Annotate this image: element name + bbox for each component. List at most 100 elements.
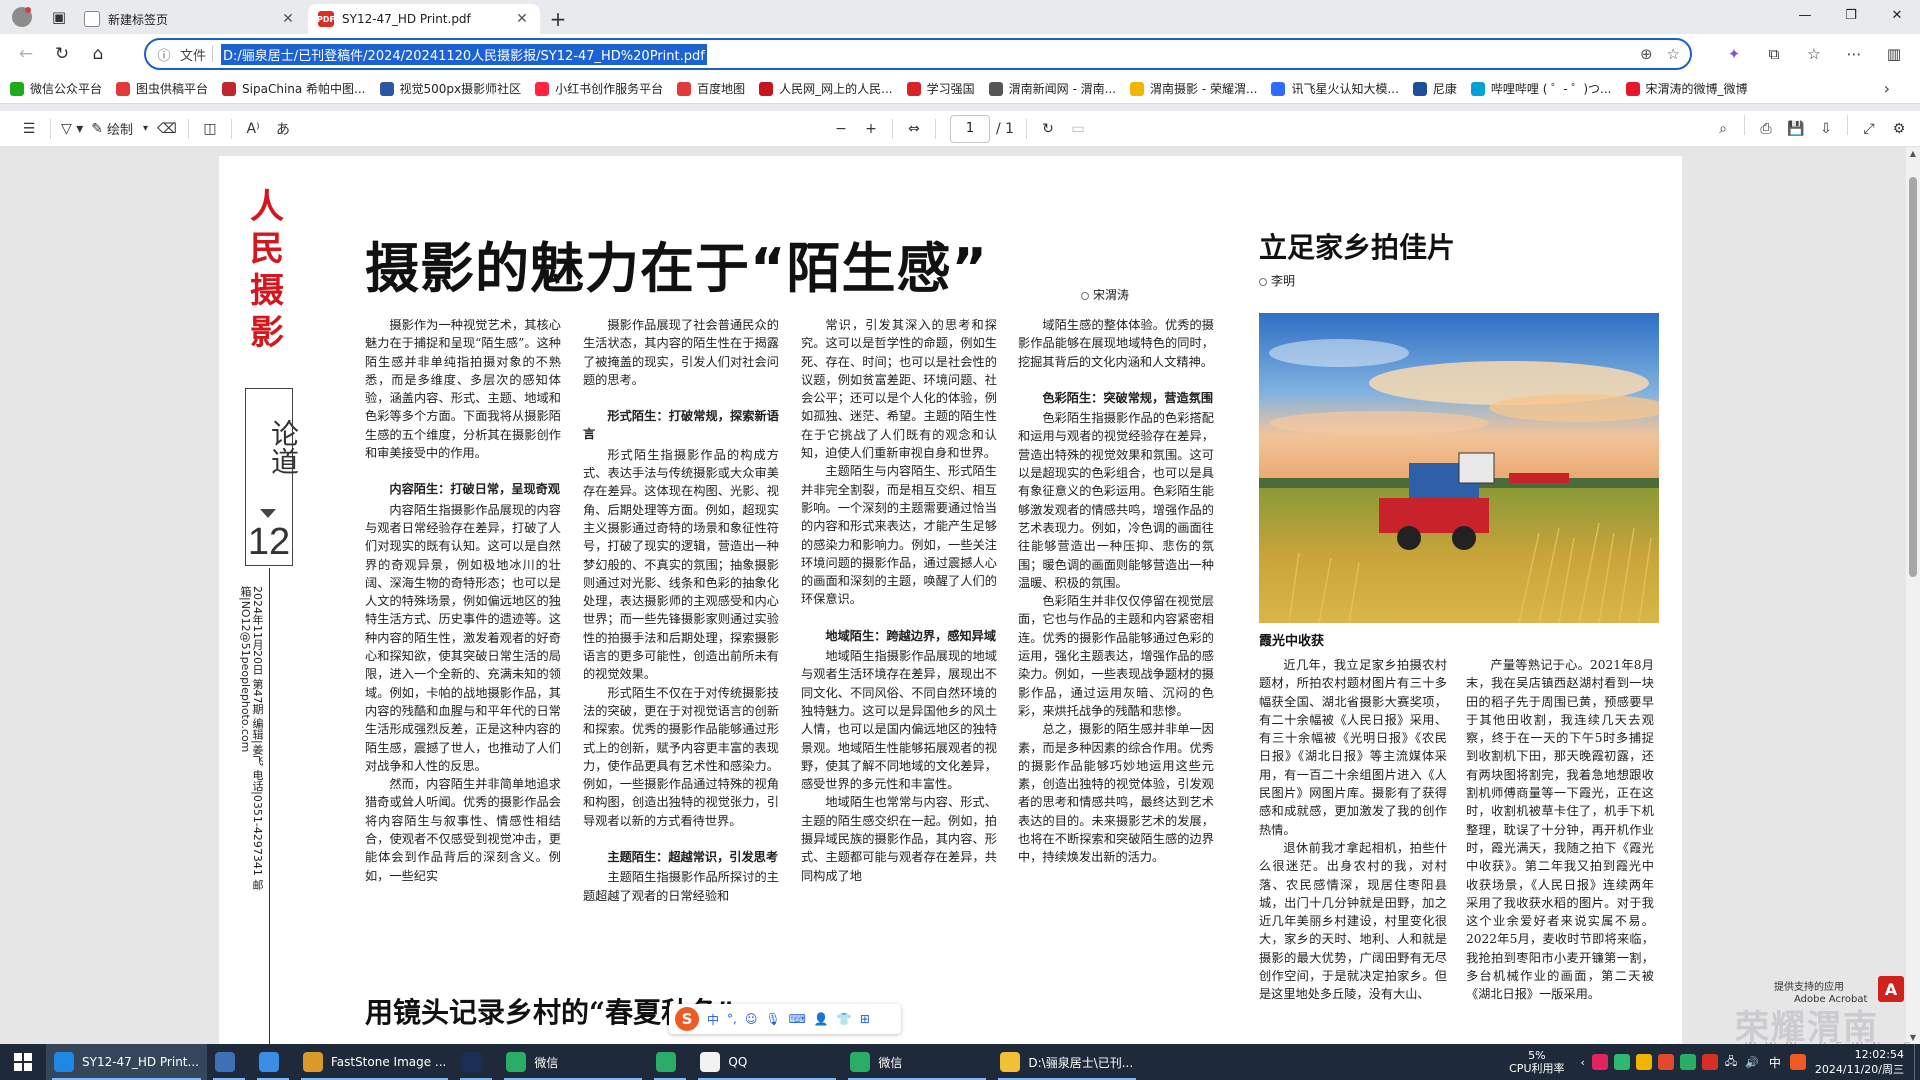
ime-mode-label[interactable]: 中: [707, 1011, 719, 1028]
url-text[interactable]: D:/骊泉居士/已刊登稿件/2024/20241120人民摄影报/SY12-47…: [221, 43, 707, 65]
cpu-usage[interactable]: 5% CPU利用率: [1509, 1049, 1564, 1075]
wechat-tray-icon[interactable]: [1679, 1054, 1696, 1070]
tray-expand-icon[interactable]: ‹: [1581, 1056, 1585, 1069]
contents-icon[interactable]: ☰: [14, 115, 44, 143]
highlight-icon[interactable]: ▽ ▾: [57, 115, 87, 143]
two-page-icon[interactable]: ▭: [1063, 115, 1093, 143]
volume-icon[interactable]: 🔊: [1745, 1056, 1759, 1069]
bookmark-item[interactable]: 图虫供稿平台: [116, 80, 208, 97]
vertical-scrollbar[interactable]: ▲ ▼: [1906, 147, 1920, 1044]
emoji-icon[interactable]: ☺: [745, 1012, 758, 1026]
more-menu-icon[interactable]: ⋯: [1836, 38, 1872, 70]
taskbar-app[interactable]: 微信: [842, 1044, 992, 1080]
back-icon[interactable]: ←: [8, 38, 44, 70]
minimize-icon[interactable]: —: [1782, 0, 1828, 30]
close-window-icon[interactable]: ✕: [1874, 0, 1920, 30]
punctuation-icon[interactable]: °,: [727, 1012, 737, 1026]
save-icon[interactable]: 💾: [1781, 115, 1811, 143]
article-column: 域陌生感的整体体验。优秀的摄影作品能够在展现地域特色的同时，挖掘其背后的文化内涵…: [1018, 316, 1214, 956]
tray-app-icon[interactable]: [1701, 1054, 1718, 1070]
eraser-icon[interactable]: ⌫: [152, 115, 182, 143]
voice-icon[interactable]: 🎙: [765, 1012, 780, 1026]
profile-button[interactable]: [0, 0, 44, 34]
bookmark-item[interactable]: 哔哩哔哩 ( ゜- ゜)つ...: [1470, 80, 1612, 97]
bookmark-item[interactable]: 小红书创作服务平台: [535, 80, 663, 97]
info-icon[interactable]: ⓘ: [154, 45, 174, 64]
rotate-icon[interactable]: ↻: [1033, 115, 1063, 143]
bookmark-item[interactable]: 尼康: [1412, 80, 1457, 97]
ime-status[interactable]: 中: [1769, 1054, 1781, 1071]
taskbar-app[interactable]: [207, 1044, 251, 1080]
bookmark-item[interactable]: 百度地图: [677, 80, 745, 97]
tab-pdf[interactable]: PDF SY12-47_HD Print.pdf ✕: [308, 4, 540, 34]
address-bar[interactable]: ⓘ 文件 D:/骊泉居士/已刊登稿件/2024/20241120人民摄影报/SY…: [144, 38, 1692, 70]
bookmark-item[interactable]: 渭南摄影 - 荣耀渭...: [1130, 80, 1257, 97]
taskbar-app[interactable]: FastStone Image ...: [295, 1044, 454, 1080]
new-tab-button[interactable]: +: [542, 4, 574, 34]
close-tab-icon[interactable]: ✕: [514, 11, 530, 27]
harvest-photo: [1259, 313, 1659, 623]
taskbar-app[interactable]: 微信: [498, 1044, 648, 1080]
article-column: 摄影作为一种视觉艺术，其核心魅力在于捕捉和呈现“陌生感”。这种陌生感并非单纯指拍…: [365, 316, 561, 956]
network-icon[interactable]: 🖧: [1725, 1053, 1737, 1072]
bookmark-item[interactable]: 视觉500px摄影师社区: [379, 80, 521, 97]
fullscreen-icon[interactable]: ⤢: [1854, 115, 1884, 143]
show-desktop-button[interactable]: [1914, 1044, 1920, 1080]
copilot-icon[interactable]: ✦: [1716, 38, 1752, 70]
scroll-up-icon[interactable]: ▲: [1906, 149, 1920, 158]
tray-app-icon[interactable]: [1635, 1054, 1652, 1070]
restore-icon[interactable]: ❐: [1828, 0, 1874, 30]
bookmark-item[interactable]: 渭南新闻网 - 渭南...: [988, 80, 1116, 97]
read-aloud-icon[interactable]: A⁾: [238, 115, 268, 143]
print-icon[interactable]: ⎙: [1751, 115, 1781, 143]
taskbar-app[interactable]: [648, 1044, 692, 1080]
bookmark-item[interactable]: 宋渭涛的微博_微博: [1625, 80, 1748, 97]
tab-actions-icon[interactable]: ▣: [44, 0, 74, 34]
sidebar-icon[interactable]: ▥: [1876, 38, 1912, 70]
taskbar-app[interactable]: [251, 1044, 295, 1080]
home-icon[interactable]: ⌂: [80, 38, 116, 70]
favorite-star-icon[interactable]: ☆: [1667, 45, 1680, 63]
tray-app-icon[interactable]: [1657, 1054, 1674, 1070]
zoom-icon[interactable]: ⊕: [1640, 45, 1653, 63]
bookmark-label: 小红书创作服务平台: [555, 82, 664, 96]
pdf-viewer[interactable]: 人 民 摄 影 论道 12 2024年11月20日 第47期 编辑|姜飞 电话|…: [0, 147, 1920, 1044]
taskbar-app[interactable]: SY12-47_HD Print...: [46, 1044, 207, 1080]
search-icon[interactable]: ⌕: [1708, 115, 1738, 143]
save-as-icon[interactable]: ⇩: [1811, 115, 1841, 143]
clock[interactable]: 12:02:54 2024/11/20/周三: [1815, 1047, 1904, 1077]
bookmark-item[interactable]: 微信公众平台: [10, 80, 102, 97]
skin-icon[interactable]: 👕: [837, 1012, 852, 1026]
zoom-out-icon[interactable]: −: [826, 115, 856, 143]
bookmark-item[interactable]: SipaChina 希帕中图...: [222, 80, 366, 97]
refresh-icon[interactable]: ↻: [44, 38, 80, 70]
page-view-icon[interactable]: ◫: [195, 115, 225, 143]
bookmark-item[interactable]: 学习强国: [906, 80, 975, 97]
taskbar-app[interactable]: [454, 1044, 498, 1080]
keyboard-icon[interactable]: ⌨: [789, 1012, 806, 1026]
sogou-tray-icon[interactable]: [1789, 1054, 1806, 1070]
draw-button[interactable]: ✎ 绘制 ▾: [87, 115, 152, 143]
bookmarks-overflow-icon[interactable]: ›: [1884, 79, 1890, 98]
translate-icon[interactable]: あ: [268, 115, 298, 143]
taskbar-app[interactable]: QQ: [692, 1044, 842, 1080]
settings-gear-icon[interactable]: ⚙: [1884, 115, 1914, 143]
zoom-in-icon[interactable]: +: [856, 115, 886, 143]
scrollbar-thumb[interactable]: [1909, 177, 1917, 577]
bookmark-item[interactable]: 人民网_网上的人民...: [759, 80, 893, 97]
start-button[interactable]: [0, 1044, 46, 1080]
extensions-icon[interactable]: ⧉: [1756, 38, 1792, 70]
close-tab-icon[interactable]: ✕: [280, 11, 296, 27]
security-shield-icon[interactable]: [1613, 1054, 1630, 1070]
favorites-icon[interactable]: ☆: [1796, 38, 1832, 70]
ime-toolbar[interactable]: S 中 °, ☺ 🎙 ⌨ 👤 👕 ⊞: [669, 1004, 901, 1034]
fit-page-icon[interactable]: ⇔: [899, 115, 929, 143]
user-icon[interactable]: 👤: [814, 1012, 829, 1026]
taskbar-app[interactable]: D:\骊泉居士\已刊...: [992, 1044, 1142, 1080]
bookmark-favicon-icon: [379, 81, 394, 96]
toolbox-icon[interactable]: ⊞: [860, 1012, 870, 1026]
tab-new-tab[interactable]: 新建标签页 ✕: [74, 4, 306, 34]
tray-app-icon[interactable]: [1591, 1054, 1608, 1070]
page-number-input[interactable]: 1: [950, 114, 990, 143]
bookmark-item[interactable]: 讯飞星火认知大模...: [1271, 80, 1399, 97]
